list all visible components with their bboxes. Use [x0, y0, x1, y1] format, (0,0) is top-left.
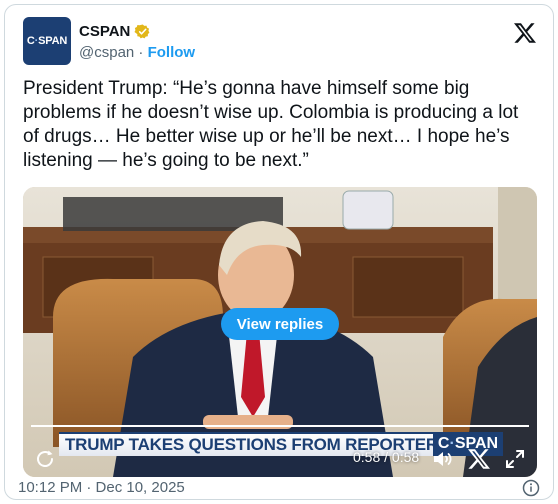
fullscreen-icon[interactable]	[503, 447, 527, 471]
account-name[interactable]: CSPAN	[79, 23, 130, 40]
handle-row: @cspan · Follow	[79, 44, 195, 61]
info-icon[interactable]	[522, 479, 540, 497]
time-display: 0:58 / 0:58	[353, 449, 420, 465]
view-replies-button[interactable]: View replies	[221, 308, 339, 340]
verified-badge-icon	[134, 24, 150, 39]
video-player[interactable]: View replies TRUMP TAKES QUESTIONS FROM …	[23, 187, 537, 477]
account-handle[interactable]: @cspan	[79, 44, 134, 61]
x-logo-icon[interactable]	[513, 21, 537, 45]
x-logo-icon[interactable]	[467, 447, 491, 471]
tweet-text: President Trump: “He’s gonna have himsel…	[23, 78, 519, 171]
volume-icon[interactable]	[431, 447, 455, 471]
separator: ·	[134, 44, 148, 61]
name-row: CSPAN	[79, 23, 151, 40]
tweet-timestamp[interactable]: 10:12 PM · Dec 10, 2025	[18, 479, 185, 496]
tweet-header: C · SPAN CSPAN @cspan · Follow	[23, 17, 537, 67]
tweet-card: C · SPAN CSPAN @cspan · Follow President T…	[4, 4, 554, 500]
avatar-text-c: C	[26, 35, 35, 47]
progress-bar[interactable]	[31, 425, 529, 427]
progress-fill	[31, 425, 529, 427]
avatar[interactable]: C · SPAN	[23, 17, 71, 65]
replay-icon[interactable]	[33, 447, 57, 471]
avatar-text-span: SPAN	[38, 35, 68, 47]
video-controls: 0:58 / 0:58	[23, 441, 537, 471]
follow-button[interactable]: Follow	[148, 44, 196, 61]
